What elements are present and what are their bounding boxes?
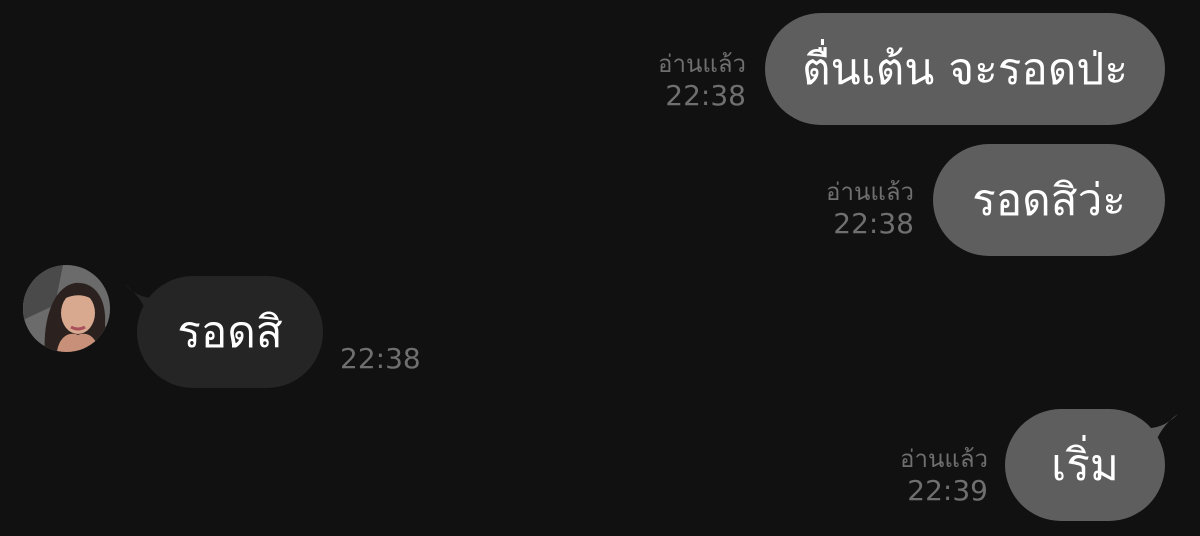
read-receipt: อ่านแล้ว	[826, 178, 914, 206]
avatar-photo-icon	[23, 265, 110, 352]
outgoing-message-bubble[interactable]: ตื่นเต้น จะรอดป่ะ	[765, 13, 1165, 125]
message-meta: อ่านแล้ว 22:38	[760, 178, 914, 240]
message-time: 22:38	[340, 342, 421, 375]
message-time: 22:38	[665, 78, 746, 112]
read-receipt: อ่านแล้ว	[900, 445, 988, 473]
outgoing-message-bubble[interactable]: รอดสิว่ะ	[933, 144, 1165, 256]
message-time: 22:38	[833, 206, 914, 240]
incoming-message-bubble[interactable]: รอดสิ	[137, 276, 323, 388]
contact-avatar[interactable]	[23, 265, 110, 352]
chat-thread: อ่านแล้ว 22:38 ตื่นเต้น จะรอดป่ะ อ่านแล้…	[0, 0, 1200, 536]
message-time: 22:39	[907, 473, 988, 507]
read-receipt: อ่านแล้ว	[658, 50, 746, 78]
message-meta: อ่านแล้ว 22:39	[840, 445, 988, 507]
message-text: ตื่นเต้น จะรอดป่ะ	[802, 44, 1128, 95]
outgoing-message-bubble[interactable]: เริ่ม	[1005, 409, 1165, 521]
message-meta: อ่านแล้ว 22:38	[600, 50, 746, 112]
message-text: เริ่ม	[1051, 440, 1119, 491]
message-text: รอดสิว่ะ	[972, 175, 1126, 226]
message-text: รอดสิ	[177, 307, 283, 358]
message-meta: 22:38	[340, 342, 421, 376]
